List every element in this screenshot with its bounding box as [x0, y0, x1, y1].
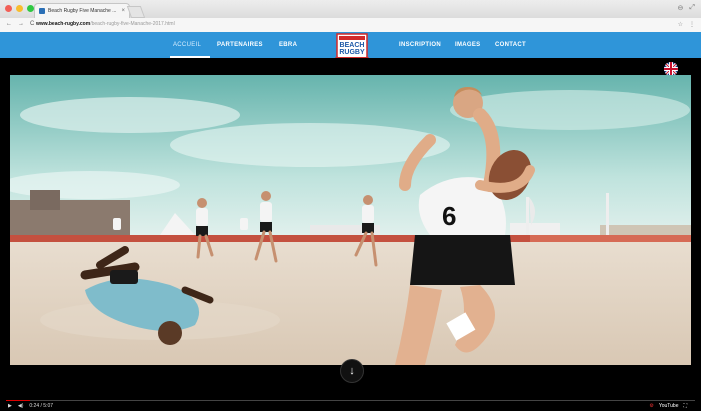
- bookmark-star-icon[interactable]: ☆: [678, 21, 683, 28]
- video-player-bar: [0, 396, 701, 411]
- top-black-band: [0, 58, 701, 75]
- url-path: /beach-rugby-five-Manache-2017.html: [90, 21, 175, 27]
- profile-icon[interactable]: ⊖: [678, 4, 684, 12]
- nav-ebra[interactable]: EBRA: [279, 42, 297, 48]
- url-field[interactable]: www.beach-rugby.com/beach-rugby-five-Man…: [36, 21, 175, 27]
- progress-fill: [6, 400, 31, 401]
- reload-icon[interactable]: C: [30, 21, 34, 27]
- time-display: 0:24 / 5:07: [29, 403, 54, 409]
- settings-icon[interactable]: ⚙: [649, 403, 653, 409]
- window-icons: ⊖ ⤢: [678, 4, 695, 12]
- menu-icon[interactable]: ⋮: [689, 21, 695, 28]
- play-icon[interactable]: ▶: [8, 403, 12, 409]
- fullscreen-icon[interactable]: ⛶: [683, 403, 687, 409]
- jersey-number: 6: [442, 201, 456, 231]
- url-host: www.beach-rugby.com: [36, 21, 91, 27]
- player-right-controls: ⚙ YouTube ⛶: [649, 403, 687, 409]
- youtube-logo[interactable]: YouTube: [659, 403, 679, 409]
- logo-text-beach: BEACH: [340, 42, 365, 49]
- back-icon[interactable]: ←: [6, 21, 12, 27]
- player-controls: ▶ ◀) 0:24 / 5:07: [8, 403, 53, 409]
- tab-title: Beach Rugby Five Manache ...: [48, 8, 117, 14]
- tab-close-icon[interactable]: ×: [121, 8, 125, 14]
- nav-inscription[interactable]: INSCRIPTION: [399, 42, 441, 48]
- address-bar: ← → C www.beach-rugby.com/beach-rugby-fi…: [0, 18, 701, 33]
- address-bar-actions: ☆ ⋮: [678, 21, 695, 28]
- maximize-window-button[interactable]: [27, 5, 34, 12]
- nav-images[interactable]: IMAGES: [455, 42, 480, 48]
- close-window-button[interactable]: [5, 5, 12, 12]
- window-controls: [5, 5, 34, 12]
- forward-icon[interactable]: →: [18, 21, 24, 27]
- expand-icon[interactable]: ⤢: [689, 4, 695, 12]
- nav-partenaires[interactable]: PARTENAIRES: [217, 42, 263, 48]
- uk-flag-language-icon[interactable]: [664, 62, 678, 76]
- volume-icon[interactable]: ◀): [18, 403, 24, 409]
- hero-video-beach-rugby-scene[interactable]: 6: [10, 75, 691, 365]
- logo-text-rugby: RUGBY: [339, 49, 365, 56]
- new-tab-button[interactable]: [126, 6, 146, 18]
- favicon-icon: [39, 8, 45, 14]
- browser-nav-buttons: ← → C: [6, 21, 34, 27]
- minimize-window-button[interactable]: [16, 5, 23, 12]
- nav-accueil[interactable]: ACCUEIL: [173, 42, 201, 48]
- arrow-down-icon: ↓: [349, 365, 355, 377]
- browser-tab[interactable]: Beach Rugby Five Manache ... ×: [34, 3, 130, 18]
- scroll-down-button[interactable]: ↓: [340, 359, 364, 383]
- browser-titlebar: Beach Rugby Five Manache ... × ⊖ ⤢: [0, 0, 701, 19]
- video-progress-bar[interactable]: [6, 400, 695, 401]
- nav-contact[interactable]: CONTACT: [495, 42, 526, 48]
